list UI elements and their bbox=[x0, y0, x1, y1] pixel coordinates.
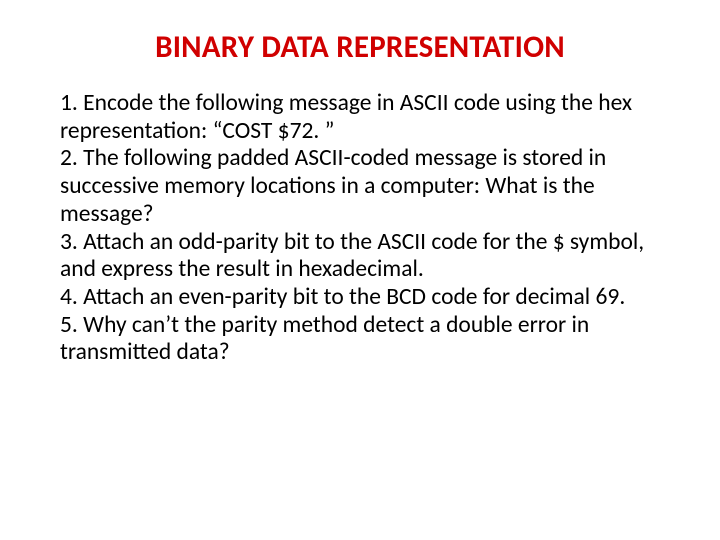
slide-title: BINARY DATA REPRESENTATION bbox=[60, 28, 660, 66]
list-item: 2. The following padded ASCII-coded mess… bbox=[60, 145, 660, 228]
list-item: 5. Why can’t the parity method detect a … bbox=[60, 312, 660, 367]
slide-body: 1. Encode the following message in ASCII… bbox=[60, 90, 660, 367]
list-item: 3. Attach an odd-parity bit to the ASCII… bbox=[60, 229, 660, 284]
slide: BINARY DATA REPRESENTATION 1. Encode the… bbox=[0, 0, 720, 540]
list-item: 1. Encode the following message in ASCII… bbox=[60, 90, 660, 145]
list-item: 4. Attach an even-parity bit to the BCD … bbox=[60, 284, 660, 312]
